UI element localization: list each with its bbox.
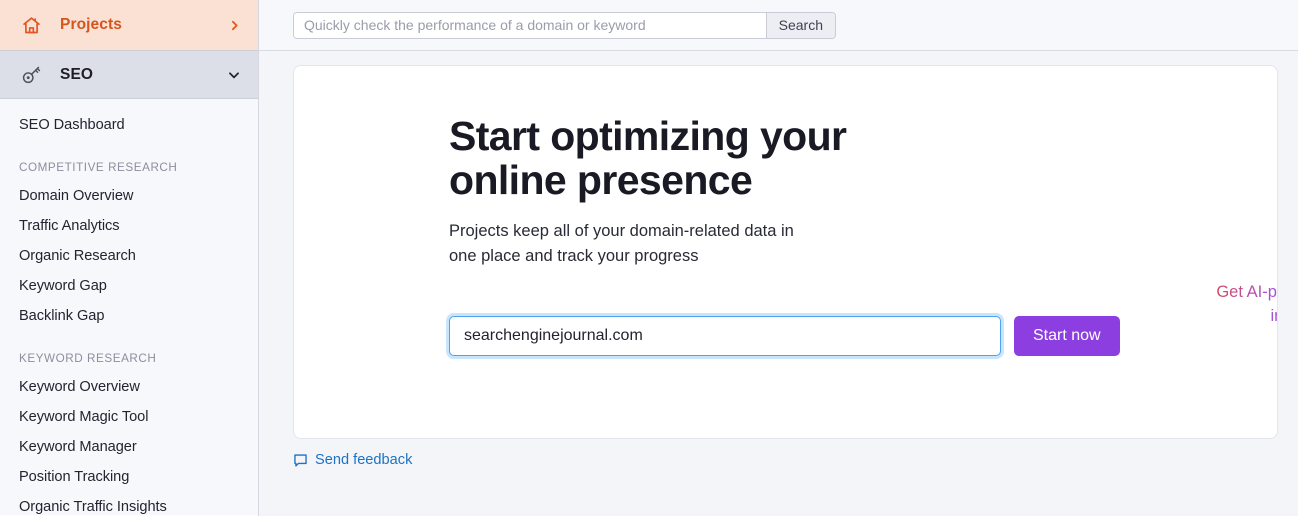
- sidebar-item-domain-overview[interactable]: Domain Overview: [0, 181, 258, 211]
- sidebar-item-label: Keyword Manager: [19, 439, 137, 455]
- sidebar-item-label: SEO Dashboard: [19, 117, 125, 133]
- sidebar-item-projects[interactable]: Projects: [0, 0, 258, 50]
- sidebar-item-keyword-overview[interactable]: Keyword Overview: [0, 372, 258, 402]
- sidebar-item-label: Traffic Analytics: [19, 218, 120, 234]
- chevron-down-icon[interactable]: [226, 67, 242, 83]
- sidebar-item-label: Organic Traffic Insights: [19, 499, 167, 515]
- search-input[interactable]: [294, 12, 766, 38]
- sidebar-item-traffic-analytics[interactable]: Traffic Analytics: [0, 211, 258, 241]
- sidebar-item-seo[interactable]: SEO: [0, 50, 258, 99]
- top-search-bar: Search: [259, 0, 1298, 51]
- key-icon: [19, 63, 43, 87]
- feedback-icon: [293, 453, 308, 468]
- page-subtitle: Projects keep all of your domain-related…: [449, 222, 794, 265]
- ai-note-line-2: insights!: [1270, 307, 1275, 325]
- send-feedback-link[interactable]: Send feedback: [293, 452, 412, 468]
- sidebar-group-competitive-research: COMPETITIVE RESEARCH: [0, 156, 258, 178]
- ai-note-line-1: Get AI-powered: [1216, 283, 1277, 301]
- sidebar-item-keyword-magic-tool[interactable]: Keyword Magic Tool: [0, 402, 258, 432]
- sidebar-group-label: KEYWORD RESEARCH: [19, 351, 157, 365]
- sidebar-group-label: COMPETITIVE RESEARCH: [19, 160, 178, 174]
- sidebar-item-backlink-gap[interactable]: Backlink Gap: [0, 301, 258, 331]
- search-group: Search: [293, 11, 836, 39]
- sidebar-item-seo-label: SEO: [60, 65, 94, 83]
- search-button[interactable]: Search: [765, 12, 835, 38]
- home-icon: [19, 13, 43, 37]
- domain-form: Start now: [449, 316, 1120, 356]
- sidebar-item-organic-traffic-insights[interactable]: Organic Traffic Insights: [0, 492, 258, 516]
- sidebar-item-keyword-manager[interactable]: Keyword Manager: [0, 432, 258, 462]
- sidebar-item-projects-label: Projects: [60, 16, 122, 33]
- sidebar-item-organic-research[interactable]: Organic Research: [0, 241, 258, 271]
- sidebar-item-seo-dashboard[interactable]: SEO Dashboard: [0, 110, 258, 140]
- sidebar-item-label: Organic Research: [19, 248, 136, 264]
- sidebar-item-label: Keyword Magic Tool: [19, 409, 149, 425]
- sidebar-item-label: Backlink Gap: [19, 308, 105, 324]
- sidebar-item-label: Keyword Overview: [19, 379, 140, 395]
- sidebar-item-label: Position Tracking: [19, 469, 130, 485]
- sidebar-item-label: Keyword Gap: [19, 278, 107, 294]
- sidebar-item-keyword-gap[interactable]: Keyword Gap: [0, 271, 258, 301]
- chevron-right-icon[interactable]: [226, 17, 242, 33]
- sidebar: Projects SEO SEO Dashboard COMPETITIVE R…: [0, 0, 259, 516]
- page-title: Start optimizing your online presence: [449, 113, 847, 203]
- content-area: Start optimizing your online presence Pr…: [259, 51, 1298, 516]
- app-root: Projects SEO SEO Dashboard COMPETITIVE R…: [0, 0, 1298, 516]
- sidebar-item-position-tracking[interactable]: Position Tracking: [0, 462, 258, 492]
- hero-block: Start optimizing your online presence Pr…: [449, 114, 1149, 269]
- sidebar-group-keyword-research: KEYWORD RESEARCH: [0, 347, 258, 369]
- onboarding-card: Start optimizing your online presence Pr…: [293, 65, 1278, 439]
- sidebar-item-label: Domain Overview: [19, 188, 134, 204]
- ai-insights-note: Get AI-powered insights!: [1156, 280, 1277, 328]
- sidebar-nav-list: SEO Dashboard COMPETITIVE RESEARCH Domai…: [0, 99, 258, 515]
- main-area: Search Start optimizing your online pres…: [259, 0, 1298, 516]
- send-feedback-label: Send feedback: [315, 452, 413, 468]
- start-now-button[interactable]: Start now: [1014, 316, 1120, 356]
- domain-input[interactable]: [449, 316, 1001, 356]
